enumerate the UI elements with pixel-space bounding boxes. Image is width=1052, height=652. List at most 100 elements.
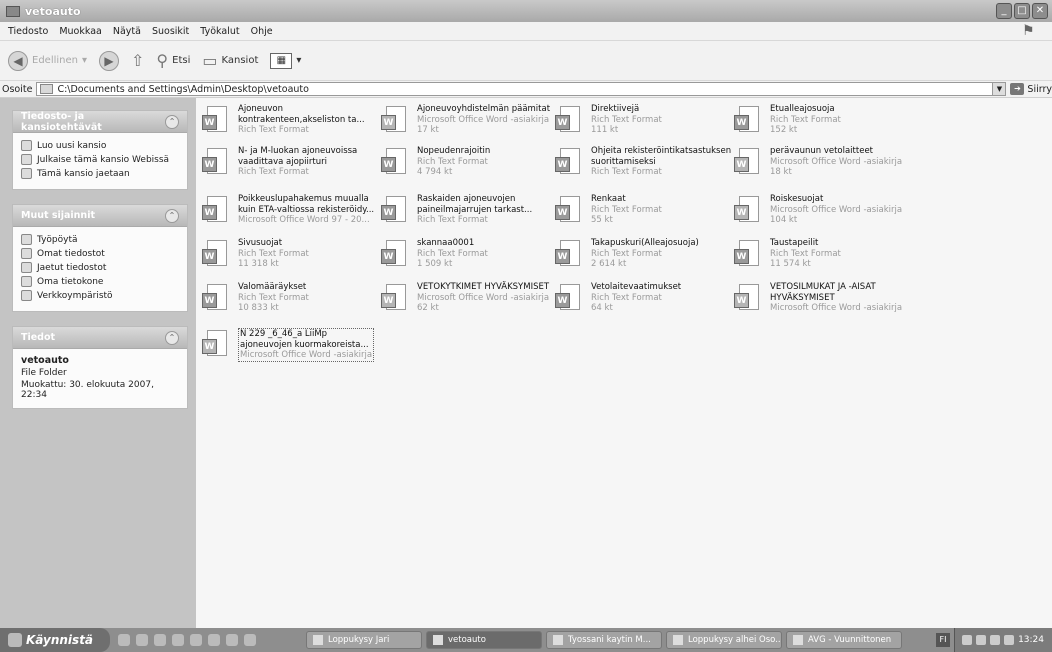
taskbar-button-label: AVG - Vuunnittonen [808,635,892,645]
file-type: Microsoft Office Word -asiakirja [417,292,550,303]
task-share-folder[interactable]: Tämä kansio jaetaan [21,167,179,180]
quick-launch-icon[interactable] [244,634,256,646]
file-item[interactable]: W Vetolaitevaatimukset Rich Text Format 64 … [555,282,733,322]
file-name: perävaunun vetolaitteet [770,146,874,156]
taskbar-button[interactable]: Loppukysy Jari [306,631,422,649]
file-size: 55 kt [591,215,613,225]
folder-icon [21,262,32,273]
views-button[interactable]: ▦ ▾ [270,52,301,69]
taskbar: Käynnistä Loppukysy Jari vetoauto Tyossa… [0,628,1052,652]
tray-icon[interactable] [976,635,987,645]
start-button[interactable]: Käynnistä [0,628,110,652]
menu-file[interactable]: Tiedosto [8,26,48,37]
file-name: Ajoneuvoyhdistelmän päämitat [417,104,551,114]
taskbar-button[interactable]: Tyossani kaytin M... [546,631,662,649]
word-document-icon: W [381,284,409,314]
address-input[interactable]: C:\Documents and Settings\Admin\Desktop\… [36,82,1007,96]
file-name: Vetolaitevaatimukset [591,282,682,292]
quick-launch-icon[interactable] [226,634,238,646]
file-item[interactable]: W Ohjeita rekisteröintikatsastuksen suori… [555,146,733,186]
place-network[interactable]: Verkkoympäristö [21,289,179,302]
menu-edit[interactable]: Muokkaa [59,26,102,37]
menu-favorites[interactable]: Suosikit [152,26,189,37]
place-my-computer[interactable]: Oma tietokone [21,275,179,288]
collapse-icon[interactable]: ⌃ [165,330,179,345]
panel-header[interactable]: Muut sijainnit ⌃ [13,205,187,227]
file-item[interactable]: W Taustapeilit Rich Text Format 11 574 kt [734,238,912,278]
place-label: Oma tietokone [37,276,104,287]
folder-icon [433,635,443,645]
file-item[interactable]: W VETOSILMUKAT JA -AISAT HYVÄKSYMISET Micr… [734,282,912,322]
file-name: Raskaiden ajoneuvojen paineilmajarrujen … [417,194,533,215]
panel-title: Tiedosto- ja kansiotehtävät [21,110,102,133]
file-item[interactable]: W Direktiivejä Rich Text Format 111 kt [555,104,733,144]
panel-title: Tiedot [21,332,56,343]
file-item[interactable]: W N- ja M-luokan ajoneuvoissa vaadittava … [202,146,380,186]
folder-icon [21,248,32,259]
file-item[interactable]: W Takapuskuri(Alleajosuoja) Rich Text Form… [555,238,733,278]
task-label: Tämä kansio jaetaan [37,168,130,179]
quick-launch-icon[interactable] [136,634,148,646]
file-type: Microsoft Office Word -asiakirja [240,350,373,360]
file-size: 2 614 kt [591,259,627,269]
maximize-button[interactable]: □ [1014,3,1030,19]
place-desktop[interactable]: Työpöytä [21,233,179,246]
file-item[interactable]: W VETOKYTKIMET HYVÄKSYMISET Microsoft Offi… [381,282,559,322]
chevron-down-icon[interactable]: ▼ [992,83,1006,95]
file-item[interactable]: Wperävaunun vetolaitteet Microsoft Office… [734,146,912,186]
file-item[interactable]: W Nopeudenrajoitin Rich Text Format 4 794 k… [381,146,559,186]
file-type: Rich Text Format [770,114,841,125]
file-folder-tasks-panel: Tiedosto- ja kansiotehtävät ⌃ Luo uusi k… [12,110,188,190]
file-item[interactable]: W Ajoneuvoyhdistelmän päämitat Microsoft O… [381,104,559,144]
place-my-documents[interactable]: Omat tiedostot [21,247,179,260]
file-item[interactable]: Wskannaa0001 Rich Text Format 1 509 kt [381,238,559,278]
file-item[interactable]: W Renkaat Rich Text Format 55 kt [555,194,733,234]
quick-launch-icon[interactable] [172,634,184,646]
quick-launch-icon[interactable] [154,634,166,646]
place-label: Verkkoympäristö [37,290,113,301]
up-folder-button[interactable]: ⇧ [131,51,144,70]
file-item[interactable]: W Poikkeuslupahakemus muualla kuin ETA-va… [202,194,380,234]
menu-tools[interactable]: Työkalut [200,26,239,37]
new-folder-icon [21,140,32,151]
volume-icon[interactable] [990,635,1001,645]
word-document-icon: W [202,330,230,360]
collapse-icon[interactable]: ⌃ [165,208,179,223]
menu-help[interactable]: Ohje [251,26,273,37]
folder-icon [6,5,20,17]
panel-title: Muut sijainnit [21,210,95,221]
go-button[interactable]: ➔ Siirry [1010,83,1052,95]
search-button[interactable]: ⚲ Etsi [156,51,190,70]
close-button[interactable]: ✕ [1032,3,1048,19]
place-shared-documents[interactable]: Jaetut tiedostot [21,261,179,274]
task-new-folder[interactable]: Luo uusi kansio [21,139,179,152]
file-item[interactable]: W Roiskesuojat Microsoft Office Word -asia… [734,194,912,234]
taskbar-button[interactable]: AVG - Vuunnittonen [786,631,902,649]
file-item[interactable]: W Etualleajosuoja Rich Text Format 152 kt [734,104,912,144]
quick-launch-icon[interactable] [118,634,130,646]
tray-icon[interactable] [962,635,973,645]
file-item[interactable]: W Raskaiden ajoneuvojen paineilmajarrujen… [381,194,559,234]
taskbar-button-active[interactable]: vetoauto [426,631,542,649]
collapse-icon[interactable]: ⌃ [165,114,179,129]
file-item[interactable]: W N 229 _6_46_a LiiMp ajoneuvojen kuormak… [202,328,380,368]
menu-view[interactable]: Näytä [113,26,141,37]
rtf-document-icon: W [202,148,230,178]
file-item[interactable]: W Valomääräykset Rich Text Format 10 833 kt [202,282,380,322]
language-indicator[interactable]: FI [936,633,950,647]
computer-icon [21,276,32,287]
folders-button[interactable]: ▭ Kansiot [202,51,258,70]
quick-launch-icon[interactable] [190,634,202,646]
network-icon[interactable] [1004,635,1015,645]
file-item[interactable]: W Ajoneuvon kontrakenteen,akseliston ta..… [202,104,380,144]
panel-header[interactable]: Tiedot ⌃ [13,327,187,349]
file-item[interactable]: W Sivusuojat Rich Text Format 11 318 kt [202,238,380,278]
panel-header[interactable]: Tiedosto- ja kansiotehtävät ⌃ [13,111,187,133]
taskbar-button[interactable]: Loppukysy alhei Oso... [666,631,782,649]
forward-button[interactable]: ▶ [99,50,120,71]
back-button[interactable]: ◀ Edellinen ▾ [8,50,87,71]
clock: 13:24 [1018,635,1044,645]
task-publish-web[interactable]: Julkaise tämä kansio Webissä [21,153,179,166]
minimize-button[interactable]: _ [996,3,1012,19]
quick-launch-icon[interactable] [208,634,220,646]
